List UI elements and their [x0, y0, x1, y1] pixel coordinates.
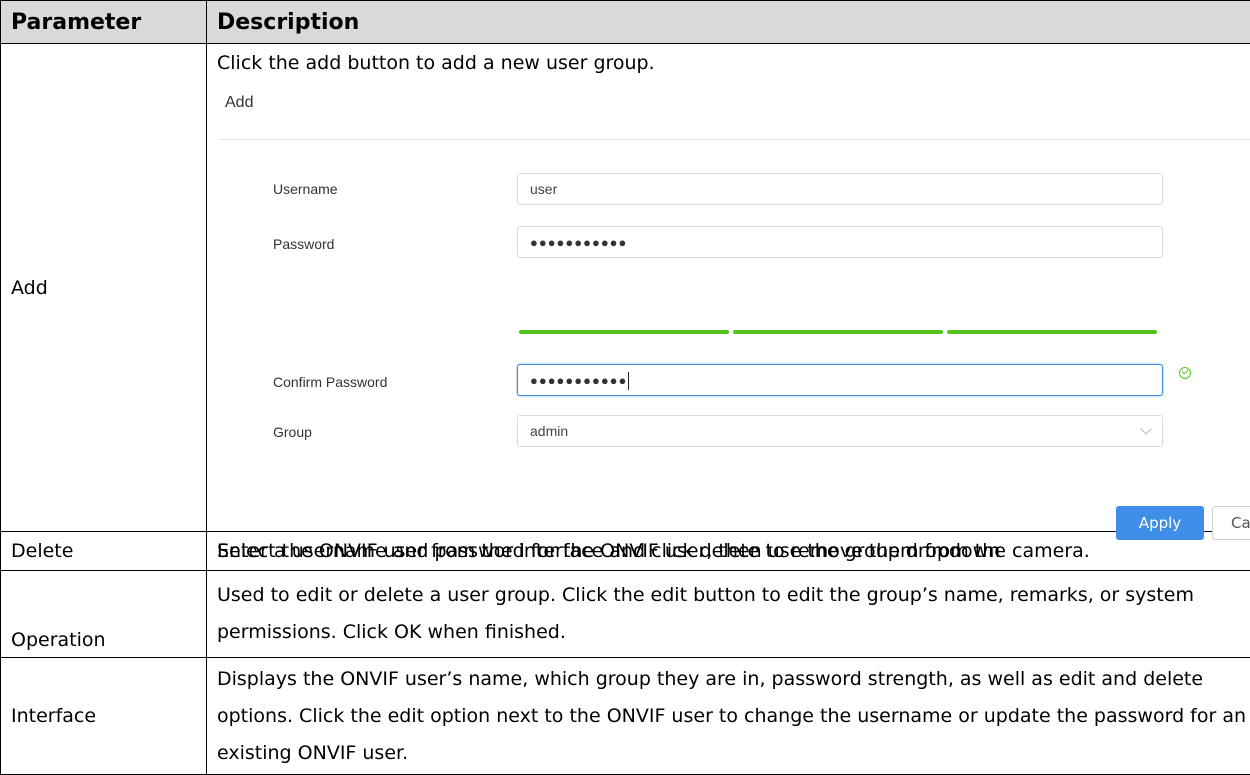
confirm-password-input[interactable]: ●●●●●●●●●●● — [517, 364, 1163, 396]
table-row-interface: Interface Displays the ONVIF user’s name… — [1, 658, 1250, 775]
param-delete: Delete — [1, 532, 207, 571]
param-operation: Operation — [1, 571, 207, 658]
group-select[interactable]: admin — [517, 415, 1163, 447]
table-header-row: Parameter Description — [1, 1, 1250, 44]
add-intro-text: Click the add button to add a new user g… — [217, 48, 655, 78]
strength-bar-segment — [733, 330, 943, 334]
dialog-title: Add — [225, 94, 253, 112]
add-outro-text: Enter a username and password for the ON… — [217, 535, 1000, 567]
dialog-header-divider — [219, 139, 1250, 140]
table-row-operation: Operation Used to edit or delete a user … — [1, 571, 1250, 658]
group-label: Group — [273, 424, 312, 440]
confirm-password-value: ●●●●●●●●●●● — [530, 373, 627, 388]
confirm-password-label: Confirm Password — [273, 374, 387, 390]
chevron-down-icon — [1140, 423, 1151, 434]
group-value: admin — [530, 423, 568, 439]
cancel-button[interactable]: Can — [1212, 506, 1250, 540]
username-label: Username — [273, 181, 338, 197]
strength-bar-segment — [947, 330, 1157, 334]
username-value: user — [530, 181, 557, 197]
apply-button[interactable]: Apply — [1116, 506, 1204, 540]
add-user-dialog-screenshot: Add Username user Password ●●●●●●●●●●● C… — [219, 84, 1250, 490]
password-label: Password — [273, 236, 334, 252]
header-parameter: Parameter — [1, 1, 207, 44]
password-value: ●●●●●●●●●●● — [530, 235, 627, 250]
param-interface: Interface — [1, 658, 207, 775]
strength-bar-segment — [519, 330, 729, 334]
password-input[interactable]: ●●●●●●●●●●● — [517, 226, 1163, 258]
username-input[interactable]: user — [517, 173, 1163, 205]
parameter-table: Parameter Description Add Click the add … — [0, 0, 1250, 775]
check-circle-icon — [1179, 367, 1191, 379]
param-add: Add — [1, 44, 207, 532]
text-caret — [628, 372, 629, 390]
desc-operation: Used to edit or delete a user group. Cli… — [207, 571, 1250, 658]
table-row-add: Add Click the add button to add a new us… — [1, 44, 1250, 532]
desc-interface: Displays the ONVIF user’s name, which gr… — [207, 658, 1250, 775]
desc-add: Click the add button to add a new user g… — [207, 44, 1250, 532]
header-description: Description — [207, 1, 1250, 44]
